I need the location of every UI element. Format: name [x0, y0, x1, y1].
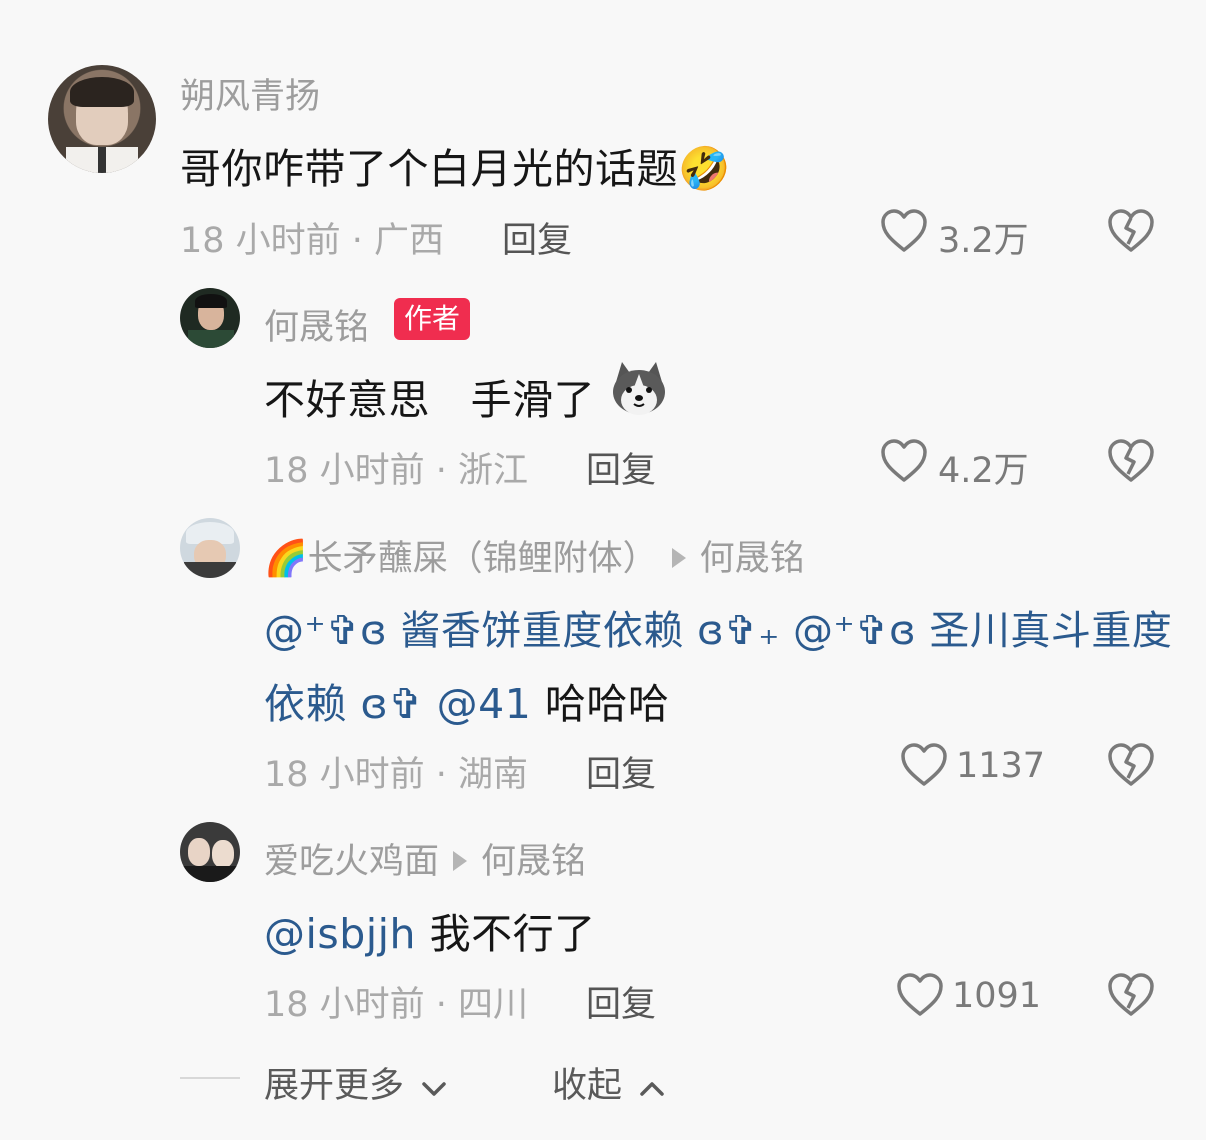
like-count: 3.2万 — [938, 221, 1029, 261]
reply-arrow-icon — [453, 851, 468, 871]
broken-heart-icon[interactable] — [1107, 208, 1155, 258]
broken-heart-icon[interactable] — [1107, 972, 1155, 1022]
timestamp-location: 18 小时前 · 四川 — [264, 985, 529, 1025]
comment-text: 哥你咋带了个白月光的话题🤣 — [180, 135, 731, 195]
chevron-up-icon — [639, 1067, 665, 1107]
mention-link[interactable]: 依赖 ɞ✞ @41 — [264, 680, 531, 728]
timestamp-location: 18 小时前 · 广西 — [180, 221, 445, 261]
avatar-changmao[interactable] — [180, 518, 240, 578]
divider-line — [180, 1077, 240, 1079]
username[interactable]: 朔风青扬 — [180, 68, 320, 119]
timestamp-location: 18 小时前 · 湖南 — [264, 755, 529, 795]
broken-heart-icon[interactable] — [1107, 742, 1155, 792]
laughing-emoji-icon: 🤣 — [678, 144, 731, 193]
rainbow-emoji-icon: 🌈 — [264, 539, 308, 579]
avatar-aichi[interactable] — [180, 822, 240, 882]
like-count: 1137 — [956, 746, 1046, 786]
heart-outline-icon[interactable] — [896, 972, 944, 1022]
like-count: 4.2万 — [938, 451, 1029, 491]
collapse-button[interactable]: 收起 — [552, 1057, 665, 1108]
like-count: 1091 — [952, 976, 1042, 1016]
heart-outline-icon[interactable] — [880, 438, 928, 488]
broken-heart-icon[interactable] — [1107, 438, 1155, 488]
expand-more-button[interactable]: 展开更多 — [264, 1057, 447, 1108]
heart-outline-icon[interactable] — [880, 208, 928, 258]
reply-button[interactable]: 回复 — [586, 746, 656, 797]
heart-outline-icon[interactable] — [900, 742, 948, 792]
mention-link[interactable]: @isbjjh — [264, 910, 416, 958]
reply-to-username[interactable]: 何晟铭 — [700, 539, 805, 579]
chevron-down-icon — [421, 1067, 447, 1107]
collapse-label: 收起 — [552, 1066, 623, 1106]
husky-sticker-icon — [608, 360, 670, 422]
avatar-shuofeng[interactable] — [48, 65, 156, 173]
comment-text-content: 哈哈哈 — [531, 680, 670, 728]
author-badge: 作者 — [394, 298, 471, 340]
reply-header: 🌈长矛蘸屎（锦鲤附体） 何晟铭 — [264, 530, 805, 581]
reply-header: 爱吃火鸡面 何晟铭 — [264, 833, 586, 884]
reply-button[interactable]: 回复 — [586, 976, 656, 1027]
reply-button[interactable]: 回复 — [586, 442, 656, 493]
reply-to-username[interactable]: 何晟铭 — [481, 842, 586, 882]
comment-text-line2: 依赖 ɞ✞ @41 哈哈哈 — [264, 670, 669, 730]
comment-text-line1[interactable]: @⁺✞ɞ 酱香饼重度依赖 ɞ✞₊ @⁺✞ɞ 圣川真斗重度 — [264, 598, 1172, 656]
username[interactable]: 长矛蘸屎（锦鲤附体） — [308, 539, 658, 579]
expand-more-label: 展开更多 — [264, 1066, 405, 1106]
comment-text-content: 我不行了 — [416, 910, 596, 958]
username[interactable]: 何晟铭 — [264, 299, 369, 350]
comment-text: 不好意思 手滑了 — [264, 366, 595, 426]
username[interactable]: 爱吃火鸡面 — [264, 842, 439, 882]
reply-arrow-icon — [671, 548, 686, 568]
avatar-hesheng[interactable] — [180, 288, 240, 348]
reply-button[interactable]: 回复 — [502, 212, 572, 263]
comment-text: @isbjjh 我不行了 — [264, 900, 596, 960]
comment-text-content: 不好意思 手滑了 — [264, 376, 596, 424]
comment-text-content: 哥你咋带了个白月光的话题 — [180, 145, 678, 193]
timestamp-location: 18 小时前 · 浙江 — [264, 451, 529, 491]
